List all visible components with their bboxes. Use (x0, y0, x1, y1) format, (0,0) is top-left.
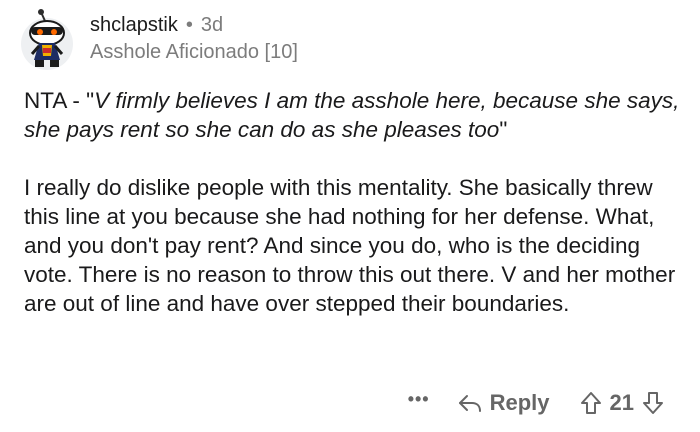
quote-suffix: " (499, 117, 508, 142)
reply-button[interactable]: Reply (458, 390, 550, 416)
user-avatar[interactable] (17, 8, 77, 72)
quote-prefix: NTA - " (24, 88, 95, 113)
comment-body: NTA - "V firmly believes I am the asshol… (24, 86, 684, 318)
meta-separator: • (185, 14, 193, 36)
comment-paragraph-2: I really do dislike people with this men… (24, 175, 676, 316)
comment: shclapstik • 3d Asshole Aficionado [10] … (0, 0, 700, 432)
comment-age[interactable]: 3d (201, 12, 223, 38)
username[interactable]: shclapstik (90, 12, 178, 38)
reply-label: Reply (489, 390, 550, 415)
vote-controls: 21 (580, 390, 664, 416)
vote-score: 21 (609, 390, 634, 415)
upvote-arrow-icon[interactable] (580, 391, 602, 415)
snoo-avatar-icon (21, 9, 73, 70)
username-line: shclapstik • 3d (90, 12, 298, 38)
user-flair: Asshole Aficionado [10] (90, 41, 298, 63)
comment-actions: ••• Reply 21 (408, 389, 664, 416)
comment-paragraph-1: NTA - "V firmly believes I am the asshol… (24, 86, 684, 144)
reply-arrow-icon (458, 395, 481, 412)
more-options-button[interactable]: ••• (408, 389, 430, 410)
quoted-text: V firmly believes I am the asshole here,… (24, 88, 680, 142)
downvote-arrow-icon[interactable] (642, 391, 664, 415)
comment-meta: shclapstik • 3d Asshole Aficionado [10] (90, 12, 298, 65)
